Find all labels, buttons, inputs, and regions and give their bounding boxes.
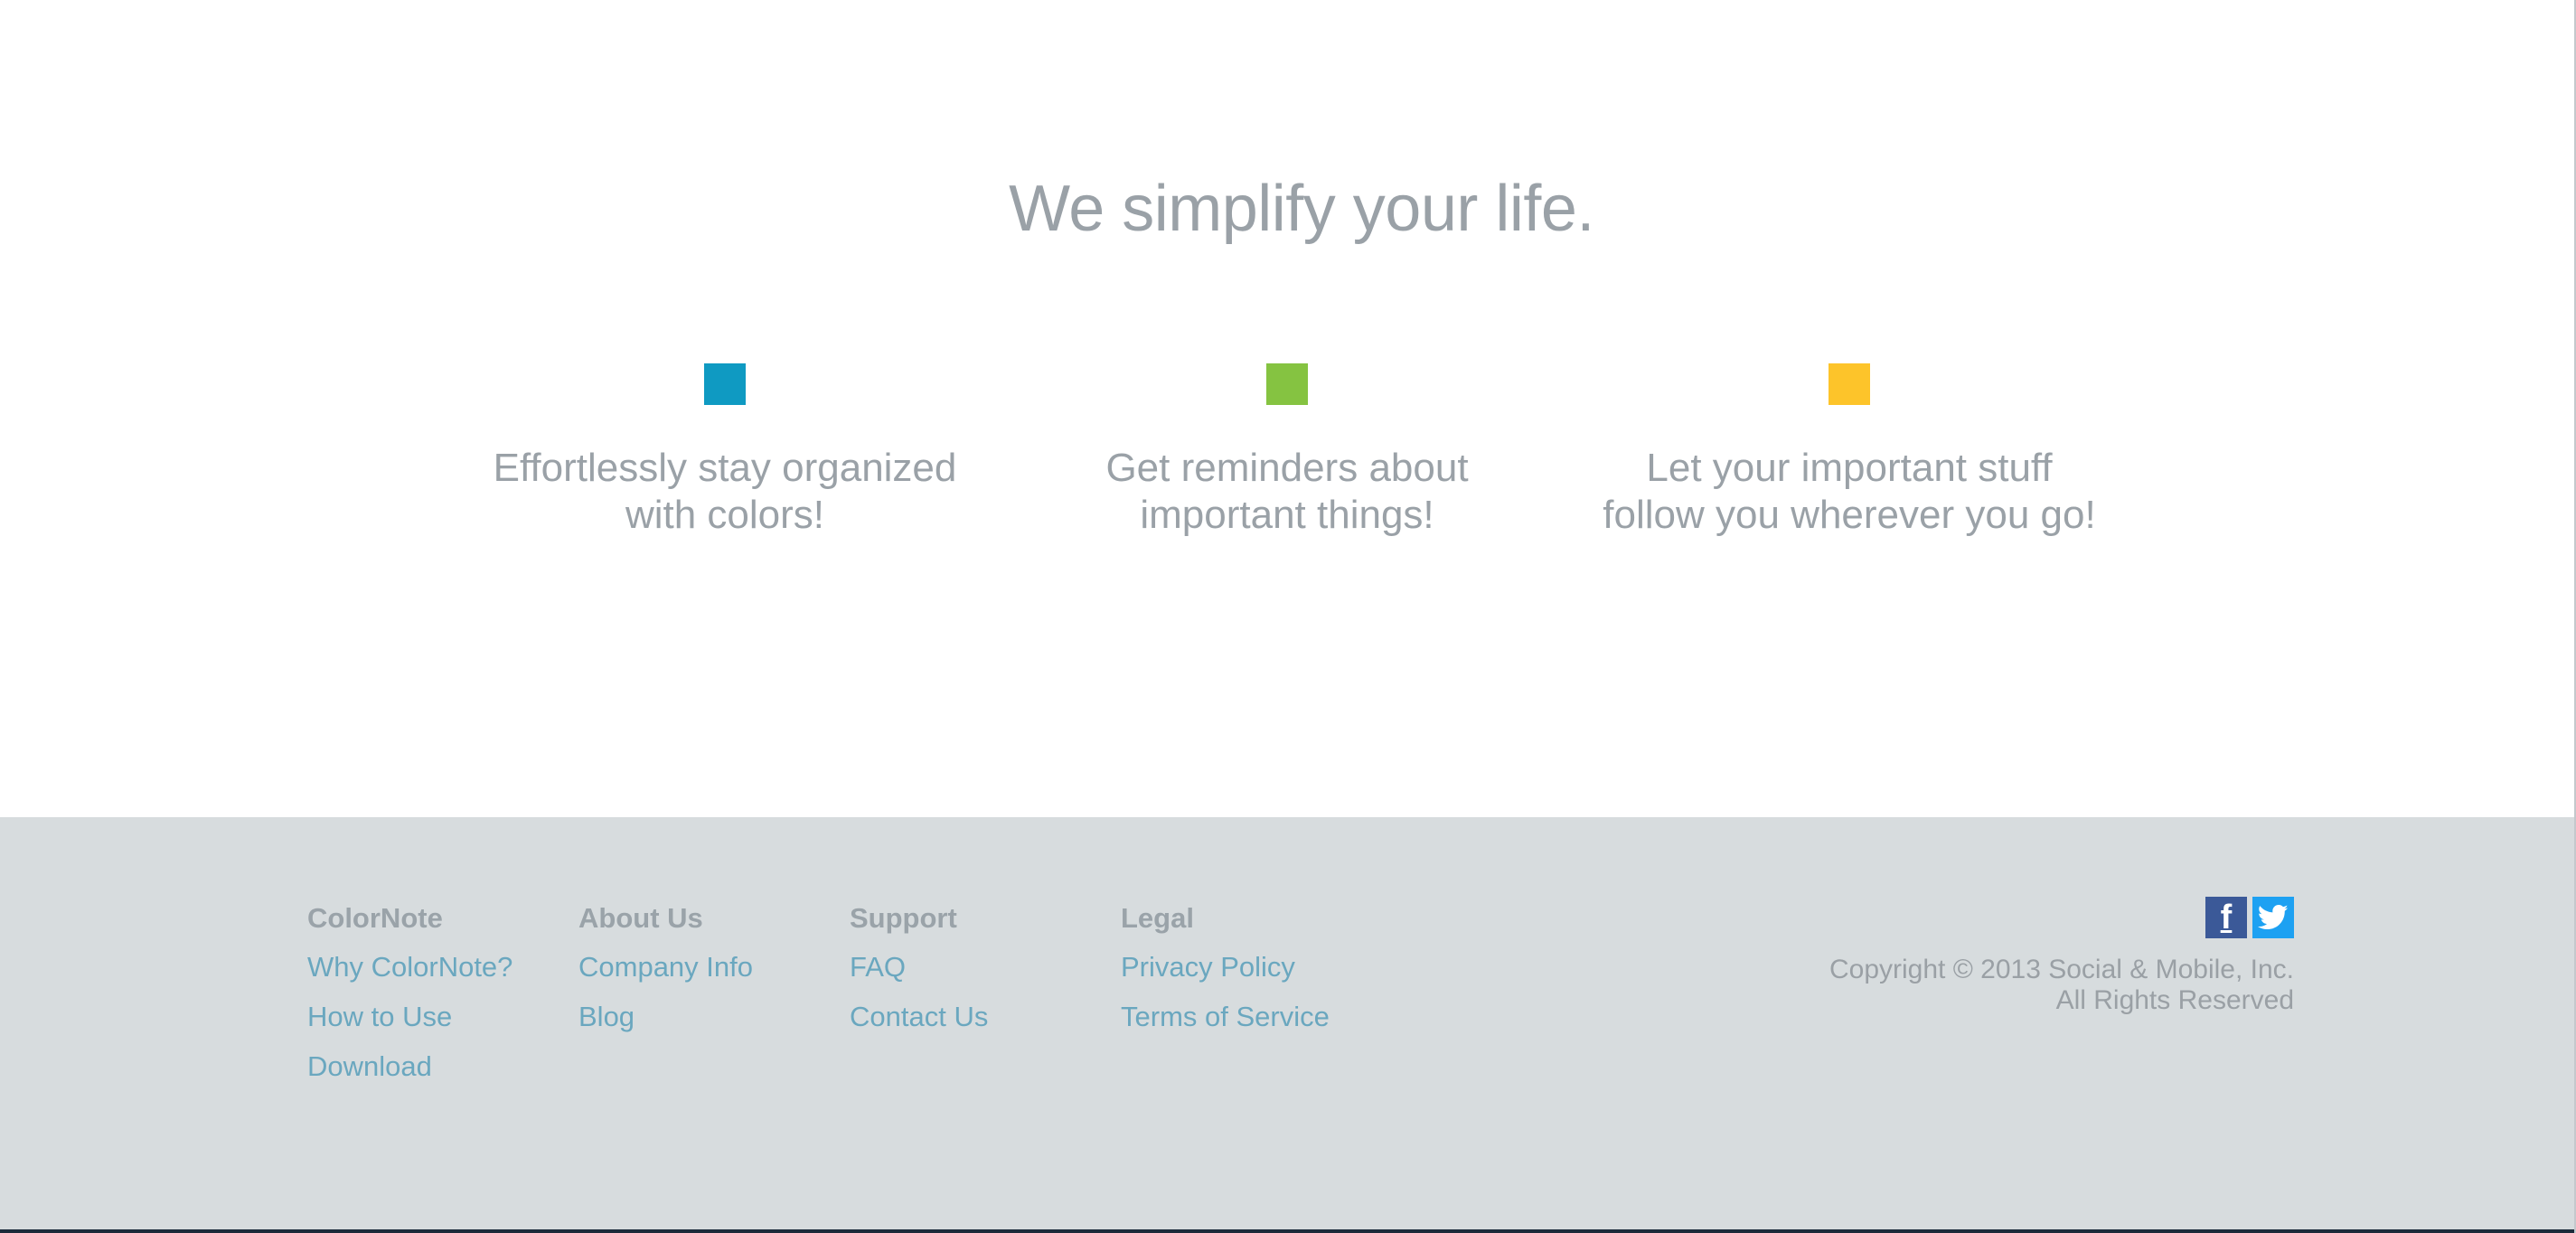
footer-heading: ColorNote — [307, 902, 443, 934]
footer-heading: Legal — [1121, 902, 1194, 934]
green-square-icon — [1266, 363, 1308, 405]
feature-organize: Effortlessly stay organized with colors! — [436, 363, 1014, 539]
feature-text: Effortlessly stay organized with colors! — [436, 445, 1014, 539]
footer-link-company-info[interactable]: Company Info — [578, 949, 841, 985]
yellow-square-icon — [1829, 363, 1870, 405]
copyright-line: Copyright © 2013 Social & Mobile, Inc. — [1829, 955, 2294, 984]
feature-text: Get reminders about important things! — [998, 445, 1576, 539]
feature-text-line: with colors! — [625, 493, 825, 537]
footer-link-how-to-use[interactable]: How to Use — [307, 999, 569, 1035]
hero-section: We simplify your life. Effortlessly stay… — [0, 0, 2574, 817]
feature-text-line: Effortlessly stay organized — [493, 446, 957, 490]
feature-text-line: Get reminders about — [1105, 446, 1469, 490]
footer-heading: Support — [850, 902, 957, 934]
footer-column-support: Support FAQ Contact Us — [850, 900, 1112, 1035]
feature-text-line: Let your important stuff — [1646, 446, 2053, 490]
facebook-icon[interactable]: f — [2205, 897, 2247, 938]
footer-column-legal: Legal Privacy Policy Terms of Service — [1121, 900, 1383, 1035]
footer-link-privacy-policy[interactable]: Privacy Policy — [1121, 949, 1383, 985]
copyright-line: All Rights Reserved — [2055, 985, 2294, 1015]
page: We simplify your life. Effortlessly stay… — [0, 0, 2574, 1229]
footer-link-download[interactable]: Download — [307, 1049, 569, 1085]
feature-text-line: follow you wherever you go! — [1603, 493, 2096, 537]
feature-reminders: Get reminders about important things! — [998, 363, 1576, 539]
blue-square-icon — [704, 363, 746, 405]
footer-heading: About Us — [578, 902, 703, 934]
footer-link-contact-us[interactable]: Contact Us — [850, 999, 1112, 1035]
twitter-icon[interactable] — [2252, 897, 2294, 938]
site-footer: ColorNote Why ColorNote? How to Use Down… — [0, 817, 2574, 1229]
footer-link-blog[interactable]: Blog — [578, 999, 841, 1035]
social-links: f — [2205, 897, 2294, 938]
feature-text: Let your important stuff follow you wher… — [1560, 445, 2139, 539]
feature-sync: Let your important stuff follow you wher… — [1560, 363, 2139, 539]
footer-link-why-colornote[interactable]: Why ColorNote? — [307, 949, 569, 985]
copyright-text: Copyright © 2013 Social & Mobile, Inc. A… — [1829, 955, 2294, 1016]
feature-text-line: important things! — [1140, 493, 1434, 537]
hero-title: We simplify your life. — [1009, 173, 1594, 245]
footer-column-colornote: ColorNote Why ColorNote? How to Use Down… — [307, 900, 569, 1085]
footer-link-faq[interactable]: FAQ — [850, 949, 1112, 985]
footer-column-about: About Us Company Info Blog — [578, 900, 841, 1035]
footer-link-terms-of-service[interactable]: Terms of Service — [1121, 999, 1383, 1035]
